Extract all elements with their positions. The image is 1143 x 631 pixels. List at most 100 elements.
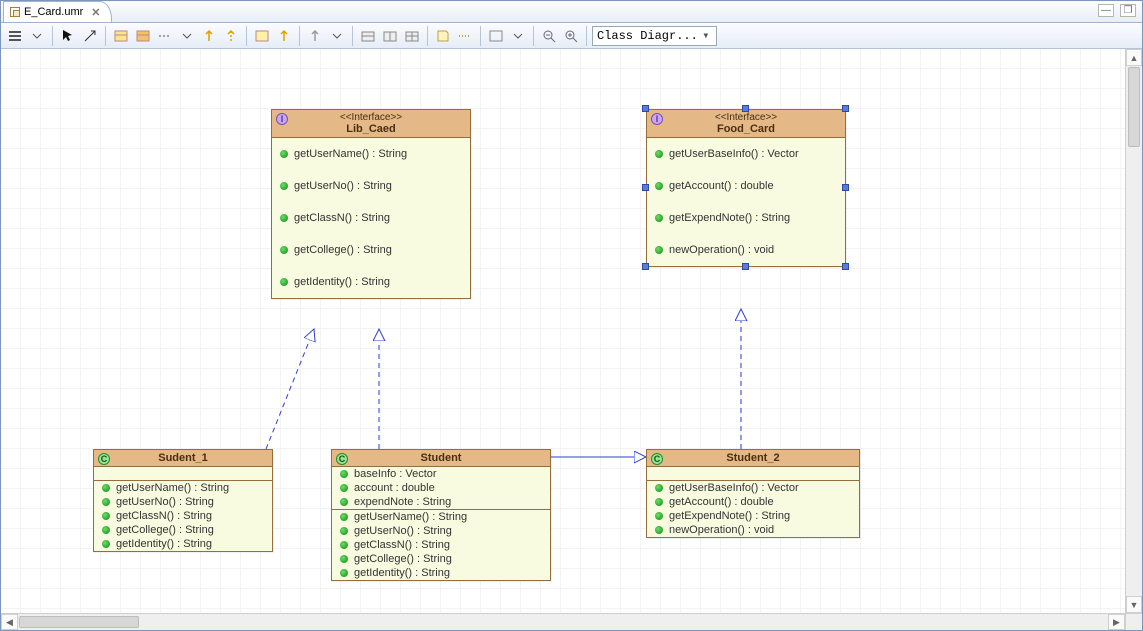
dropdown-arrow-icon[interactable] [27,26,47,46]
class-orange-button[interactable] [133,26,153,46]
separator [52,26,53,46]
uml-header[interactable]: CStudent_2 [647,450,859,467]
up-arrow2-button[interactable] [274,26,294,46]
scroll-thumb[interactable] [19,616,139,628]
vertical-scrollbar[interactable]: ▲ ▼ [1125,49,1142,613]
operation-row[interactable]: getCollege() : String [332,552,550,566]
diagram-type-dropdown[interactable]: Class Diagr... ▾ [592,26,717,46]
package1-button[interactable] [358,26,378,46]
operation-row[interactable]: getExpendNote() : String [647,509,859,523]
uml-header[interactable]: I<<Interface>>Food_Card [647,110,845,138]
operation-row[interactable]: getExpendNote() : String [647,202,845,234]
uml-interface-food_card[interactable]: I<<Interface>>Food_CardgetUserBaseInfo()… [646,109,846,267]
dash-line-button[interactable] [155,26,175,46]
close-tab-icon[interactable]: ✕ [91,6,100,19]
dropdown-arrow-icon[interactable] [177,26,197,46]
menu-button[interactable] [5,26,25,46]
selection-handle[interactable] [642,184,649,191]
zoom-out-button[interactable] [539,26,559,46]
selection-handle[interactable] [742,263,749,270]
uml-name-label: Sudent_1 [98,452,268,464]
link-tool-button[interactable] [80,26,100,46]
dropdown-arrow-icon[interactable] [508,26,528,46]
scroll-down-icon[interactable]: ▼ [1126,596,1142,613]
window-controls: — ❐ [1098,4,1136,17]
visibility-public-icon [280,182,288,190]
operation-row[interactable]: getUserBaseInfo() : Vector [647,138,845,170]
pointer-tool-button[interactable] [58,26,78,46]
uml-class-student_2[interactable]: CStudent_2 getUserBaseInfo() : VectorgetA… [646,449,860,538]
maximize-button[interactable]: ❐ [1120,4,1136,17]
editor-window: E_Card.umr ✕ — ❐ [0,0,1143,631]
operation-row[interactable]: getUserBaseInfo() : Vector [647,481,859,495]
operation-row[interactable]: getUserNo() : String [332,524,550,538]
edge-realization[interactable] [266,329,314,449]
uml-header[interactable]: CSudent_1 [94,450,272,467]
class-icon: C [336,453,348,465]
scroll-thumb[interactable] [1128,67,1140,147]
scroll-right-icon[interactable]: ▶ [1108,614,1125,630]
separator [299,26,300,46]
operation-row[interactable]: getAccount() : double [647,170,845,202]
horizontal-scrollbar[interactable]: ◀ ▶ [1,613,1125,630]
operation-row[interactable]: getUserName() : String [94,481,272,495]
operation-row[interactable]: getCollege() : String [94,523,272,537]
attribute-row[interactable]: expendNote : String [332,495,550,509]
interface-icon: I [276,113,288,125]
up-arrow3-button[interactable] [305,26,325,46]
visibility-public-icon [102,484,110,492]
zoom-in-button[interactable] [561,26,581,46]
diagram-canvas[interactable]: I<<Interface>>Lib_CaedgetUserName() : St… [1,49,1125,613]
package2-button[interactable] [380,26,400,46]
operation-row[interactable]: getIdentity() : String [94,537,272,551]
arrow-up-dashed-button[interactable] [221,26,241,46]
operation-row[interactable]: getClassN() : String [272,202,470,234]
dots-button[interactable] [455,26,475,46]
operation-row[interactable]: getIdentity() : String [332,566,550,580]
selection-handle[interactable] [742,105,749,112]
scroll-left-icon[interactable]: ◀ [1,614,18,630]
operation-row[interactable]: getIdentity() : String [272,266,470,298]
operation-row[interactable]: getUserNo() : String [272,170,470,202]
operation-row[interactable]: getUserNo() : String [94,495,272,509]
visibility-public-icon [340,527,348,535]
dropdown-arrow-icon[interactable] [327,26,347,46]
class-icon: C [651,453,663,465]
selection-handle[interactable] [642,105,649,112]
selection-handle[interactable] [842,105,849,112]
operation-row[interactable]: getAccount() : double [647,495,859,509]
operation-row[interactable]: getClassN() : String [94,509,272,523]
selection-handle[interactable] [842,263,849,270]
scroll-up-icon[interactable]: ▲ [1126,49,1142,66]
active-tab[interactable]: E_Card.umr ✕ [3,1,112,22]
selection-handle[interactable] [642,263,649,270]
arrow-up-button[interactable] [199,26,219,46]
note-button[interactable] [252,26,272,46]
class-yellow-button[interactable] [111,26,131,46]
attribute-text: account : double [354,482,435,494]
uml-header[interactable]: I<<Interface>>Lib_Caed [272,110,470,138]
uml-class-student[interactable]: CStudentbaseInfo : Vectoraccount : doubl… [331,449,551,581]
separator [480,26,481,46]
stereotype-label: <<Interface>> [651,112,841,123]
uml-interface-lib_card[interactable]: I<<Interface>>Lib_CaedgetUserName() : St… [271,109,471,299]
selection-handle[interactable] [842,184,849,191]
operation-row[interactable]: getUserName() : String [332,510,550,524]
uml-header[interactable]: CStudent [332,450,550,467]
note2-button[interactable] [433,26,453,46]
operation-row[interactable]: getUserName() : String [272,138,470,170]
operation-row[interactable]: newOperation() : void [647,523,859,537]
operation-row[interactable]: getCollege() : String [272,234,470,266]
visibility-public-icon [655,246,663,254]
uml-class-student_1[interactable]: CSudent_1 getUserName() : StringgetUserNo… [93,449,273,552]
visibility-public-icon [280,150,288,158]
scroll-corner [1125,613,1142,630]
interface-icon: I [651,113,663,125]
attribute-row[interactable]: account : double [332,481,550,495]
package3-button[interactable] [402,26,422,46]
attribute-row[interactable]: baseInfo : Vector [332,467,550,481]
operation-row[interactable]: newOperation() : void [647,234,845,266]
frame-button[interactable] [486,26,506,46]
operation-row[interactable]: getClassN() : String [332,538,550,552]
minimize-button[interactable]: — [1098,4,1114,17]
